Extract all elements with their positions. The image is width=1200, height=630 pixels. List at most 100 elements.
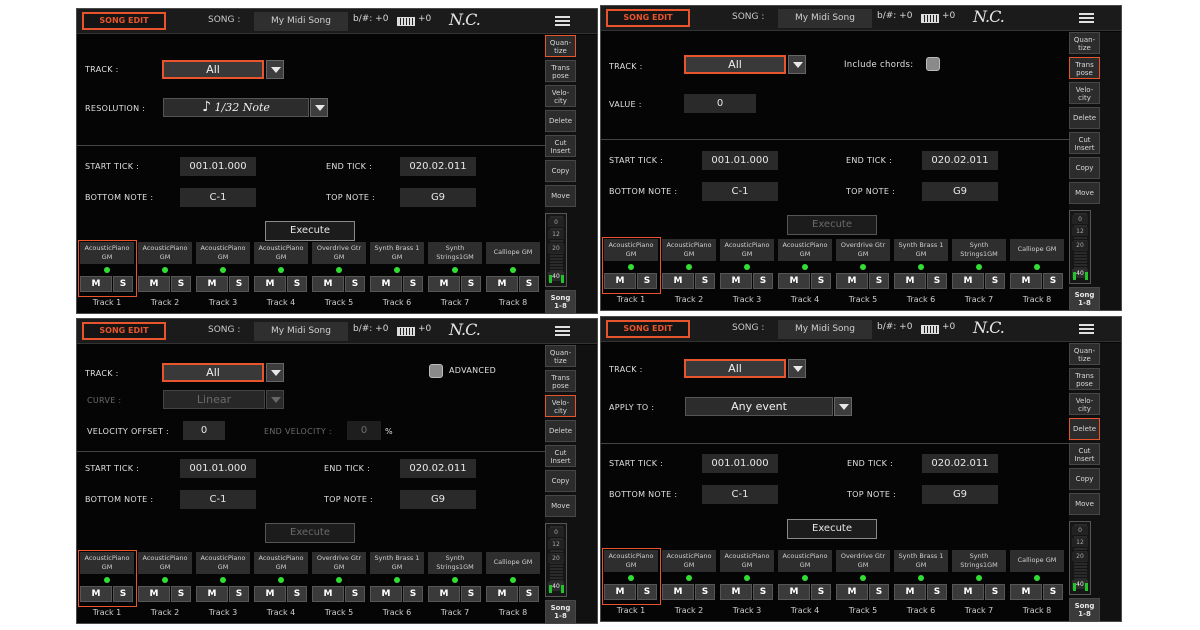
top-note-field[interactable]: G9: [400, 490, 476, 509]
mute-button[interactable]: M: [662, 584, 694, 600]
solo-button[interactable]: S: [695, 584, 715, 600]
track-dropdown[interactable]: All: [684, 359, 786, 378]
transpose-value-field[interactable]: 0: [684, 94, 756, 113]
cut-insert-tab[interactable]: Cut Insert: [545, 135, 576, 157]
track-sound-name[interactable]: AcousticPiano GM: [720, 239, 774, 261]
volume-meter[interactable]: 0 12 20 40: [1069, 210, 1091, 284]
volume-meter[interactable]: 0 12 20 40: [545, 523, 567, 597]
execute-button[interactable]: Execute: [265, 523, 355, 543]
track-sound-name[interactable]: AcousticPiano GM: [196, 552, 250, 574]
bottom-note-field[interactable]: C-1: [702, 182, 778, 201]
hamburger-menu-icon[interactable]: [1079, 13, 1094, 24]
track-sound-name[interactable]: AcousticPiano GM: [138, 242, 192, 264]
track-strip-2[interactable]: AcousticPiano GM M S Track 2: [661, 550, 717, 621]
track-sound-name[interactable]: AcousticPiano GM: [662, 239, 716, 261]
track-sound-name[interactable]: AcousticPiano GM: [80, 242, 134, 264]
velocity-tab[interactable]: Velo-city: [1069, 82, 1100, 104]
song-name-field[interactable]: My Midi Song: [254, 322, 348, 341]
solo-button[interactable]: S: [461, 586, 481, 602]
track-strip-7[interactable]: Synth Strings1GM M S Track 7: [951, 239, 1007, 310]
track-sound-name[interactable]: Overdrive Gtr GM: [312, 552, 366, 574]
song-edit-mode-button[interactable]: SONG EDIT: [606, 9, 690, 27]
track-strip-8[interactable]: Calliope GM M S Track 8: [1009, 550, 1065, 621]
mute-button[interactable]: M: [486, 586, 518, 602]
track-strip-6[interactable]: Synth Brass 1 GM M S Track 6: [369, 242, 425, 313]
mute-button[interactable]: M: [254, 586, 286, 602]
solo-button[interactable]: S: [637, 584, 657, 600]
chevron-down-icon[interactable]: [788, 55, 806, 74]
mute-button[interactable]: M: [836, 273, 868, 289]
mute-button[interactable]: M: [1010, 273, 1042, 289]
track-sound-name[interactable]: AcousticPiano GM: [254, 242, 308, 264]
track-sound-name[interactable]: Synth Brass 1 GM: [370, 552, 424, 574]
solo-button[interactable]: S: [1043, 273, 1063, 289]
transpose-tab[interactable]: Trans pose: [1069, 57, 1100, 79]
solo-button[interactable]: S: [753, 273, 773, 289]
solo-button[interactable]: S: [985, 273, 1005, 289]
solo-button[interactable]: S: [869, 273, 889, 289]
track-sound-name[interactable]: Calliope GM: [486, 242, 540, 264]
quantize-tab[interactable]: Quan-tize: [1069, 343, 1100, 365]
song-range-button[interactable]: Song 1-8: [1069, 287, 1100, 310]
track-strip-3[interactable]: AcousticPiano GM M S Track 3: [719, 239, 775, 310]
solo-button[interactable]: S: [229, 276, 249, 292]
track-strip-7[interactable]: Synth Strings1GM M S Track 7: [427, 552, 483, 623]
solo-button[interactable]: S: [985, 584, 1005, 600]
song-range-button[interactable]: Song 1-8: [545, 600, 576, 623]
track-sound-name[interactable]: AcousticPiano GM: [80, 552, 134, 574]
solo-button[interactable]: S: [519, 586, 539, 602]
solo-button[interactable]: S: [287, 586, 307, 602]
track-sound-name[interactable]: AcousticPiano GM: [196, 242, 250, 264]
track-strip-1[interactable]: AcousticPiano GM M S Track 1: [602, 548, 661, 621]
solo-button[interactable]: S: [403, 276, 423, 292]
solo-button[interactable]: S: [403, 586, 423, 602]
quantize-tab[interactable]: Quan-tize: [545, 345, 576, 367]
hamburger-menu-icon[interactable]: [555, 16, 570, 27]
solo-button[interactable]: S: [229, 586, 249, 602]
mute-button[interactable]: M: [486, 276, 518, 292]
curve-dropdown[interactable]: Linear: [163, 390, 265, 409]
quantize-tab[interactable]: Quan-tize: [545, 35, 576, 57]
bottom-note-field[interactable]: C-1: [180, 188, 256, 207]
mute-button[interactable]: M: [428, 586, 460, 602]
mute-button[interactable]: M: [80, 586, 112, 602]
mute-button[interactable]: M: [1010, 584, 1042, 600]
cut-insert-tab[interactable]: Cut Insert: [1069, 132, 1100, 154]
track-sound-name[interactable]: Synth Strings1GM: [428, 242, 482, 264]
solo-button[interactable]: S: [113, 586, 133, 602]
mute-button[interactable]: M: [370, 276, 402, 292]
mute-button[interactable]: M: [662, 273, 694, 289]
transpose-tab[interactable]: Trans pose: [1069, 368, 1100, 390]
mute-button[interactable]: M: [604, 273, 636, 289]
start-tick-field[interactable]: 001.01.000: [702, 454, 778, 473]
mute-button[interactable]: M: [836, 584, 868, 600]
track-strip-1[interactable]: AcousticPiano GM M S Track 1: [602, 237, 661, 310]
track-strip-2[interactable]: AcousticPiano GM M S Track 2: [137, 242, 193, 313]
song-range-button[interactable]: Song 1-8: [1069, 598, 1100, 621]
track-strip-4[interactable]: AcousticPiano GM M S Track 4: [253, 242, 309, 313]
track-sound-name[interactable]: Synth Strings1GM: [952, 239, 1006, 261]
mute-button[interactable]: M: [312, 276, 344, 292]
copy-tab[interactable]: Copy: [545, 470, 576, 492]
track-sound-name[interactable]: Overdrive Gtr GM: [836, 239, 890, 261]
solo-button[interactable]: S: [171, 276, 191, 292]
song-name-field[interactable]: My Midi Song: [254, 12, 348, 31]
hamburger-menu-icon[interactable]: [1079, 324, 1094, 335]
mute-button[interactable]: M: [720, 273, 752, 289]
mute-button[interactable]: M: [254, 276, 286, 292]
copy-tab[interactable]: Copy: [1069, 468, 1100, 490]
solo-button[interactable]: S: [695, 273, 715, 289]
solo-button[interactable]: S: [753, 584, 773, 600]
mute-button[interactable]: M: [952, 584, 984, 600]
track-strip-1[interactable]: AcousticPiano GM M S Track 1: [78, 550, 137, 623]
quantize-tab[interactable]: Quan-tize: [1069, 32, 1100, 54]
move-tab[interactable]: Move: [545, 185, 576, 207]
song-name-field[interactable]: My Midi Song: [778, 320, 872, 339]
song-name-field[interactable]: My Midi Song: [778, 9, 872, 28]
track-strip-5[interactable]: Overdrive Gtr GM M S Track 5: [311, 552, 367, 623]
track-strip-7[interactable]: Synth Strings1GM M S Track 7: [951, 550, 1007, 621]
copy-tab[interactable]: Copy: [545, 160, 576, 182]
track-sound-name[interactable]: Synth Brass 1 GM: [370, 242, 424, 264]
execute-button[interactable]: Execute: [787, 519, 877, 539]
track-sound-name[interactable]: Calliope GM: [1010, 239, 1064, 261]
